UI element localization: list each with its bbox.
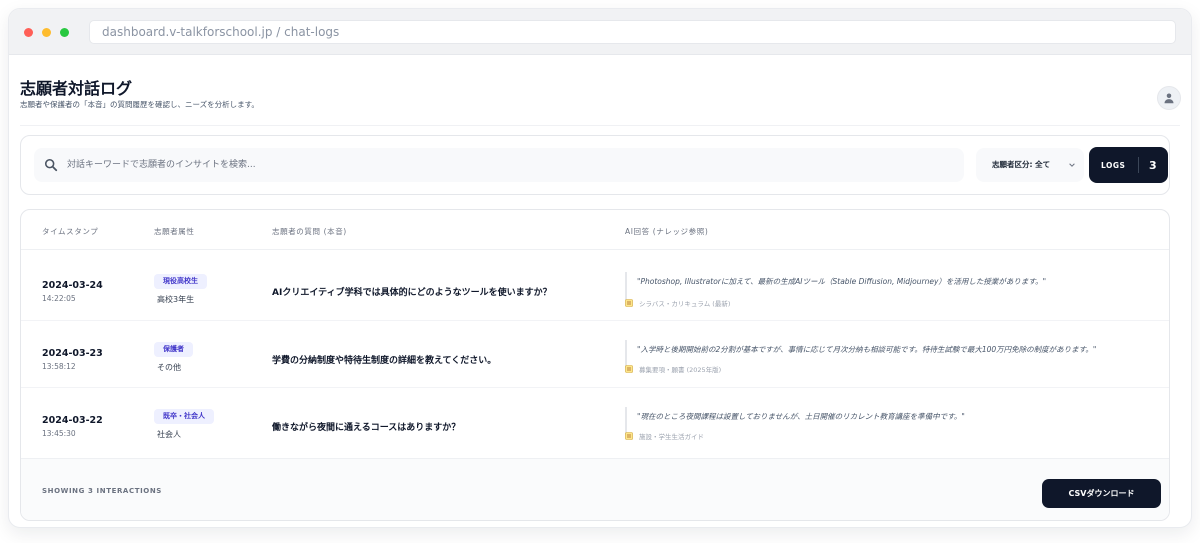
knowledge-source-label: 募集要項・願書 (2025年版) <box>639 366 722 374</box>
row-date: 2024-03-23 <box>42 348 103 359</box>
ai-answer: "入学時と後期開始前の2分割が基本ですが、事情に応じて月次分納も相談可能です。特… <box>637 345 1097 354</box>
logs-count: 3 <box>1149 158 1157 172</box>
table-row[interactable]: 2024-03-24 14:22:05 現役高校生 高校3年生 AIクリエイティ… <box>21 252 1169 319</box>
ai-answer: "Photoshop, Illustratorに加えて、最新の生成AIツール（S… <box>637 277 1047 286</box>
ai-answer: "現在のところ夜間課程は設置しておりませんが、土日開催のリカレント教育講座を準備… <box>637 412 965 421</box>
maximize-window-button[interactable] <box>60 28 69 37</box>
knowledge-source-label: 施設・学生生活ガイド <box>639 433 704 441</box>
row-time: 13:45:30 <box>42 429 76 438</box>
document-icon <box>625 299 633 307</box>
search-icon <box>44 158 58 172</box>
header-divider <box>20 125 1180 126</box>
knowledge-source: シラバス・カリキュラム (最新) <box>625 298 730 308</box>
close-window-button[interactable] <box>24 28 33 37</box>
document-icon <box>625 432 633 440</box>
logs-count-badge: LOGS 3 <box>1089 147 1168 183</box>
knowledge-source: 施設・学生生活ガイド <box>625 431 704 441</box>
row-date: 2024-03-22 <box>42 415 103 426</box>
applicant-filter-select[interactable]: 志願者区分: 全て <box>976 148 1084 182</box>
search-input[interactable] <box>67 148 947 182</box>
applicant-attribute: その他 <box>157 363 181 372</box>
column-header-ai-answer[interactable]: AI回答 (ナレッジ参照) <box>625 226 708 237</box>
logs-label: LOGS <box>1101 160 1126 170</box>
applicant-type-badge: 保護者 <box>154 342 193 357</box>
csv-download-button[interactable]: CSVダウンロード <box>1042 479 1161 508</box>
column-header-timestamp[interactable]: タイムスタンプ <box>42 226 98 237</box>
column-header-attribute[interactable]: 志願者属性 <box>154 226 195 237</box>
applicant-type-badge: 現役高校生 <box>154 274 207 289</box>
row-time: 13:58:12 <box>42 362 76 371</box>
table-row[interactable]: 2024-03-23 13:58:12 保護者 その他 学費の分納制度や特待生制… <box>21 320 1169 387</box>
answer-quote-bar <box>625 272 627 300</box>
applicant-attribute: 社会人 <box>157 430 181 439</box>
table-header: タイムスタンプ 志願者属性 志願者の質問 (本音) AI回答 (ナレッジ参照) <box>21 210 1169 250</box>
table-row[interactable]: 2024-03-22 13:45:30 既卒・社会人 社会人 働きながら夜間に通… <box>21 387 1169 454</box>
search-panel: 志願者区分: 全て LOGS 3 <box>20 135 1170 195</box>
minimize-window-button[interactable] <box>42 28 51 37</box>
applicant-type-badge: 既卒・社会人 <box>154 409 214 424</box>
filter-label: 志願者区分: 全て <box>992 160 1051 169</box>
chevron-down-icon <box>1069 163 1075 167</box>
chat-log-table: タイムスタンプ 志願者属性 志願者の質問 (本音) AI回答 (ナレッジ参照) … <box>20 209 1170 521</box>
browser-window: dashboard.v-talkforschool.jp / chat-logs… <box>8 8 1192 528</box>
logs-separator <box>1138 157 1139 173</box>
address-bar[interactable]: dashboard.v-talkforschool.jp / chat-logs <box>89 20 1176 44</box>
knowledge-source: 募集要項・願書 (2025年版) <box>625 364 721 374</box>
applicant-question: 働きながら夜間に通えるコースはありますか？ <box>272 423 461 433</box>
column-header-question[interactable]: 志願者の質問 (本音) <box>272 226 347 237</box>
search-box[interactable] <box>34 148 964 182</box>
showing-count: SHOWING 3 INTERACTIONS <box>42 487 162 495</box>
user-icon <box>1164 93 1174 104</box>
row-date: 2024-03-24 <box>42 280 103 291</box>
applicant-question: AIクリエイティブ学科では具体的にどのようなツールを使いますか？ <box>272 288 552 298</box>
page-title: 志願者対話ログ <box>20 79 133 98</box>
avatar[interactable] <box>1157 86 1181 110</box>
table-footer: SHOWING 3 INTERACTIONS CSVダウンロード <box>21 458 1169 520</box>
applicant-attribute: 高校3年生 <box>157 295 195 304</box>
page-subtitle: 志願者や保護者の「本音」の質問履歴を確認し、ニーズを分析します。 <box>20 100 259 109</box>
document-icon <box>625 365 633 373</box>
row-time: 14:22:05 <box>42 294 76 303</box>
applicant-question: 学費の分納制度や特待生制度の詳細を教えてください。 <box>272 356 497 366</box>
page-header: 志願者対話ログ 志願者や保護者の「本音」の質問履歴を確認し、ニーズを分析します。 <box>9 55 1191 127</box>
knowledge-source-label: シラバス・カリキュラム (最新) <box>639 300 731 308</box>
title-bar: dashboard.v-talkforschool.jp / chat-logs <box>9 9 1191 55</box>
